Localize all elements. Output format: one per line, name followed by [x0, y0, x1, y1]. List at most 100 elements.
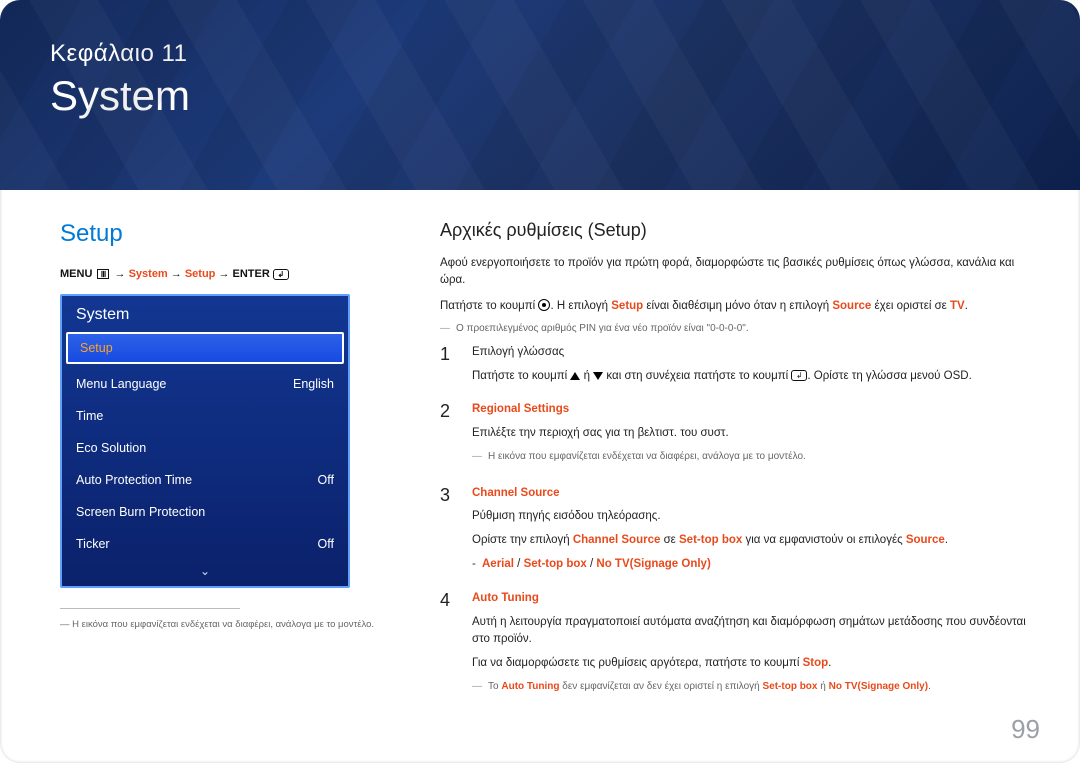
breadcrumb-arrow: → — [218, 268, 232, 280]
text: ή — [817, 681, 828, 692]
step-text: Αυτή η λειτουργία πραγματοποιεί αυτόματα… — [472, 614, 1040, 650]
text: σε — [660, 534, 679, 546]
osd-more-chevron-icon[interactable]: ⌄ — [62, 560, 348, 586]
hl-channel-source: Channel Source — [573, 534, 661, 546]
hl-notv: No TV(Signage Only) — [829, 681, 928, 692]
manual-page: Κεφάλαιο 11 System Setup MENU Ⅲ → System… — [0, 0, 1080, 763]
text: . Η επιλογή — [550, 300, 611, 312]
text: και στη συνέχεια πατήστε το κουμπί — [603, 370, 791, 382]
down-arrow-icon — [593, 372, 603, 380]
step-title: Channel Source — [472, 485, 1040, 503]
step-number: 1 — [440, 344, 456, 392]
breadcrumb-arrow: → — [171, 268, 185, 280]
opt-settopbox: Set-top box — [524, 558, 587, 570]
step-text: Επιλέξτε την περιοχή σας για τη βελτιστ.… — [472, 425, 1040, 443]
intro-para-2: Πατήστε το κουμπί . Η επιλογή Setup είνα… — [440, 298, 1040, 315]
osd-label: Screen Burn Protection — [76, 505, 205, 519]
text: . — [945, 534, 948, 546]
hl-tv: TV — [950, 300, 965, 312]
page-number: 99 — [1011, 714, 1040, 745]
step-text: Για να διαμορφώσετε τις ρυθμίσεις αργότε… — [472, 655, 1040, 673]
page-body: Setup MENU Ⅲ → System → Setup → ENTER ↲ … — [0, 190, 1080, 715]
step-number: 4 — [440, 590, 456, 705]
right-column: Αρχικές ρυθμίσεις (Setup) Αφού ενεργοποι… — [440, 220, 1040, 715]
text: . — [828, 657, 831, 669]
step-title: Auto Tuning — [472, 590, 1040, 608]
osd-value: Off — [318, 473, 334, 487]
image-disclaimer: ― Η εικόνα που εμφανίζεται ενδέχεται να … — [60, 619, 400, 630]
text: Ορίστε την επιλογή — [472, 534, 573, 546]
left-column: Setup MENU Ⅲ → System → Setup → ENTER ↲ … — [60, 220, 400, 715]
text: . Ορίστε τη γλώσσα μενού OSD. — [807, 370, 971, 382]
step-text: Πατήστε το κουμπί ή και στη συνέχεια πατ… — [472, 368, 1040, 386]
sep: / — [514, 558, 524, 570]
osd-title: System — [62, 296, 348, 328]
sep: / — [587, 558, 597, 570]
text: ή — [580, 370, 593, 382]
chapter-hero: Κεφάλαιο 11 System — [0, 0, 1080, 190]
osd-row-screen-burn[interactable]: Screen Burn Protection — [62, 496, 348, 528]
step-title: Regional Settings — [472, 401, 1040, 419]
text: Πατήστε το κουμπί — [440, 300, 538, 312]
enter-icon: ↲ — [273, 269, 289, 280]
osd-row-time[interactable]: Time — [62, 400, 348, 432]
step-text: Ρύθμιση πηγής εισόδου τηλεόρασης. — [472, 508, 1040, 526]
hl-source: Source — [832, 300, 871, 312]
step-title: Επιλογή γλώσσας — [472, 344, 1040, 362]
text: για να εμφανιστούν οι επιλογές — [742, 534, 906, 546]
up-arrow-icon — [570, 372, 580, 380]
osd-row-setup[interactable]: Setup — [66, 332, 344, 364]
osd-row-ticker[interactable]: Ticker Off — [62, 528, 348, 560]
steps-list: 1 Επιλογή γλώσσας Πατήστε το κουμπί ή κα… — [440, 344, 1040, 705]
step-3: 3 Channel Source Ρύθμιση πηγής εισόδου τ… — [440, 485, 1040, 580]
text: Για να διαμορφώσετε τις ρυθμίσεις αργότε… — [472, 657, 803, 669]
image-disclaimer-text: Η εικόνα που εμφανίζεται ενδέχεται να δι… — [72, 619, 374, 630]
step-number: 3 — [440, 485, 456, 580]
step-note: Το Auto Tuning δεν εμφανίζεται αν δεν έχ… — [472, 679, 1040, 695]
osd-row-auto-protection[interactable]: Auto Protection Time Off — [62, 464, 348, 496]
osd-row-menu-language[interactable]: Menu Language English — [62, 368, 348, 400]
osd-label: Eco Solution — [76, 441, 146, 455]
breadcrumb-menu: MENU — [60, 268, 92, 280]
pin-note: Ο προεπιλεγμένος αριθμός PIN για ένα νέο… — [440, 323, 1040, 334]
text: Το — [488, 681, 501, 692]
step-number: 2 — [440, 401, 456, 474]
hl-settopbox: Set-top box — [762, 681, 817, 692]
opt-aerial: Aerial — [482, 558, 514, 570]
menu-icon: Ⅲ — [97, 269, 109, 279]
step-body: Regional Settings Επιλέξτε την περιοχή σ… — [472, 401, 1040, 474]
option-list: Aerial / Set-top box / No TV(Signage Onl… — [472, 556, 1040, 574]
hl-stop: Stop — [803, 657, 829, 669]
hl-source: Source — [906, 534, 945, 546]
step-body: Channel Source Ρύθμιση πηγής εισόδου τηλ… — [472, 485, 1040, 580]
step-2: 2 Regional Settings Επιλέξτε την περιοχή… — [440, 401, 1040, 474]
text: έχει οριστεί σε — [871, 300, 950, 312]
hl-auto-tuning: Auto Tuning — [501, 681, 559, 692]
hl-setup: Setup — [611, 300, 643, 312]
breadcrumb-arrow: → — [115, 268, 129, 280]
osd-value: Off — [318, 537, 334, 551]
osd-row-eco-solution[interactable]: Eco Solution — [62, 432, 348, 464]
step-note: Η εικόνα που εμφανίζεται ενδέχεται να δι… — [472, 449, 1040, 465]
intro-para-1: Αφού ενεργοποιήσετε το προϊόν για πρώτη … — [440, 255, 1040, 290]
opt-notv: No TV(Signage Only) — [596, 558, 710, 570]
osd-panel: System Setup Menu Language English Time … — [60, 294, 350, 588]
osd-label: Time — [76, 409, 103, 423]
divider — [60, 608, 240, 609]
text: . — [928, 681, 931, 692]
breadcrumb-setup: Setup — [185, 268, 216, 280]
text: είναι διαθέσιμη μόνο όταν η επιλογή — [643, 300, 832, 312]
right-heading: Αρχικές ρυθμίσεις (Setup) — [440, 220, 1040, 241]
breadcrumb-enter: ENTER — [233, 268, 270, 280]
chapter-title: System — [50, 72, 1030, 120]
hl-settopbox: Set-top box — [679, 534, 742, 546]
enter-icon: ↲ — [791, 370, 807, 381]
osd-label: Ticker — [76, 537, 110, 551]
step-1: 1 Επιλογή γλώσσας Πατήστε το κουμπί ή κα… — [440, 344, 1040, 392]
osd-label: Setup — [80, 341, 113, 355]
breadcrumb: MENU Ⅲ → System → Setup → ENTER ↲ — [60, 268, 400, 280]
step-text: Ορίστε την επιλογή Channel Source σε Set… — [472, 532, 1040, 550]
osd-label: Auto Protection Time — [76, 473, 192, 487]
text: δεν εμφανίζεται αν δεν έχει οριστεί η επ… — [559, 681, 762, 692]
text: Πατήστε το κουμπί — [472, 370, 570, 382]
